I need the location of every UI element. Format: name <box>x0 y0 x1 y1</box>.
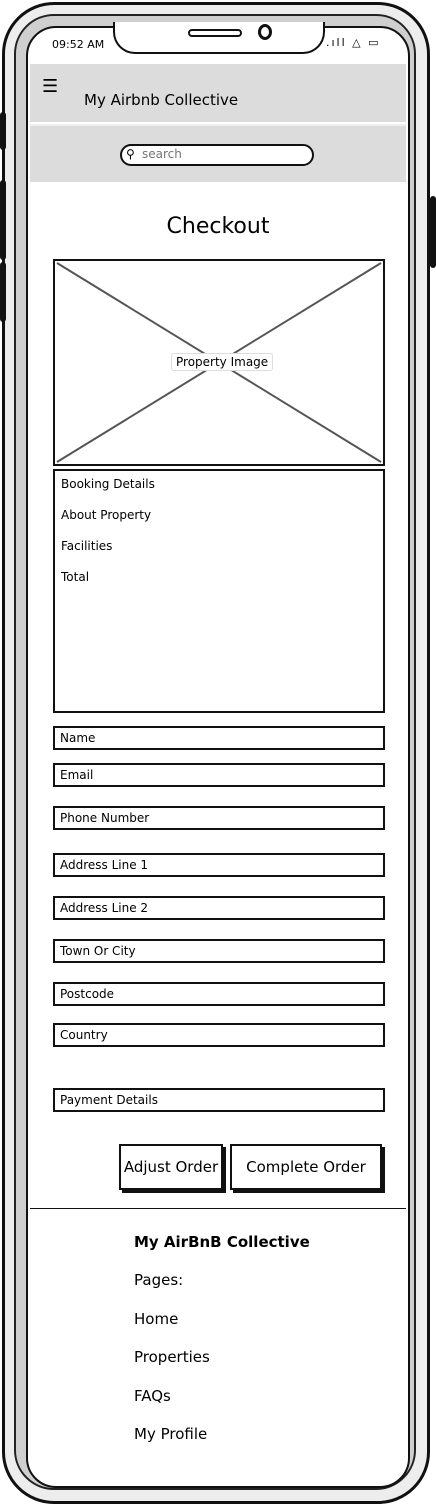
name-field-label: Name <box>60 731 96 745</box>
country-field-label: Country <box>60 1028 108 1042</box>
postcode-field-label: Postcode <box>60 987 115 1001</box>
footer-link-properties[interactable]: Properties <box>134 1348 210 1366</box>
search-bar: ⚲ <box>30 124 406 182</box>
about-property-label: About Property <box>61 508 152 522</box>
total-label: Total <box>61 570 90 584</box>
adjust-order-button[interactable]: Adjust Order <box>119 1144 223 1190</box>
phone-number-field-label: Phone Number <box>60 811 150 825</box>
footer-divider <box>30 1208 406 1209</box>
town-or-city-field[interactable]: Town Or City <box>53 939 385 963</box>
facilities-label: Facilities <box>61 539 113 553</box>
side-button-left-top <box>0 112 6 150</box>
payment-details-field-label: Payment Details <box>60 1093 158 1107</box>
postcode-field[interactable]: Postcode <box>53 982 385 1006</box>
app-title[interactable]: My Airbnb Collective <box>84 91 238 109</box>
screen <box>26 26 410 1488</box>
footer-link-my-profile[interactable]: My Profile <box>134 1425 207 1443</box>
address-line-1-field-label: Address Line 1 <box>60 858 149 872</box>
side-button-left-bottom <box>0 262 6 322</box>
page-title: Checkout <box>166 214 270 239</box>
address-line-2-field-label: Address Line 2 <box>60 901 149 915</box>
phone-number-field[interactable]: Phone Number <box>53 806 385 830</box>
camera-icon <box>258 24 272 40</box>
app-header: ☰ My Airbnb Collective <box>30 64 406 122</box>
country-field[interactable]: Country <box>53 1023 385 1047</box>
footer-pages-label: Pages: <box>134 1271 184 1289</box>
email-field-label: Email <box>60 768 94 782</box>
property-image[interactable]: Property Image <box>53 259 385 466</box>
hamburger-menu-icon[interactable]: ☰ <box>42 76 58 97</box>
footer-link-home[interactable]: Home <box>134 1310 178 1328</box>
search-field[interactable]: ⚲ <box>120 144 314 166</box>
search-input[interactable] <box>142 147 302 161</box>
signal-icon: .ıll <box>326 36 347 49</box>
complete-order-button[interactable]: Complete Order <box>230 1144 382 1190</box>
booking-details-label: Booking Details <box>61 477 155 491</box>
footer-brand: My AirBnB Collective <box>134 1233 310 1251</box>
town-or-city-field-label: Town Or City <box>60 944 136 958</box>
wifi-icon: △ <box>352 36 363 49</box>
battery-icon: ▭ <box>368 36 381 49</box>
email-field[interactable]: Email <box>53 763 385 787</box>
address-line-2-field[interactable]: Address Line 2 <box>53 896 385 920</box>
status-time: 09:52 AM <box>52 38 105 51</box>
name-field[interactable]: Name <box>53 726 385 750</box>
payment-details-field[interactable]: Payment Details <box>53 1088 385 1112</box>
search-icon: ⚲ <box>126 147 135 161</box>
notch <box>113 22 325 54</box>
status-icons: .ıll △ ▭ <box>326 36 381 49</box>
booking-details-panel: Booking Details About Property Facilitie… <box>53 469 385 713</box>
footer-link-faqs[interactable]: FAQs <box>134 1387 171 1405</box>
speaker-icon <box>188 29 242 37</box>
address-line-1-field[interactable]: Address Line 1 <box>53 853 385 877</box>
property-image-label: Property Image <box>171 353 274 371</box>
